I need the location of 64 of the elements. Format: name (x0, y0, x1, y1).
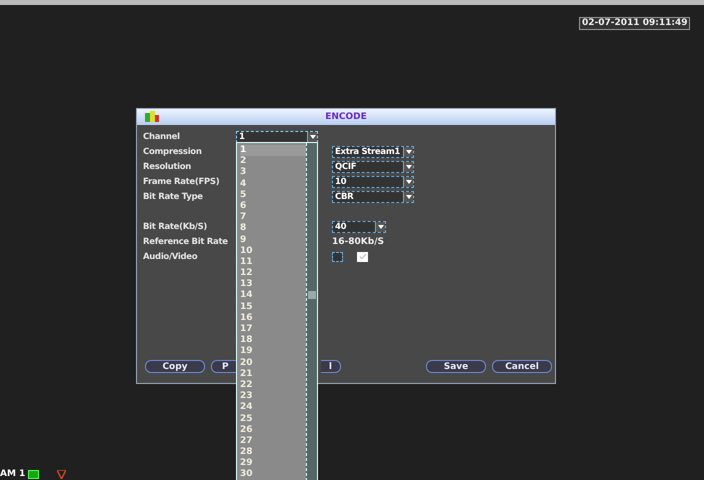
channel-option[interactable]: 25 (240, 414, 306, 425)
camera-label: AM 1 (0, 469, 26, 480)
channel-option[interactable]: 4 (240, 178, 306, 190)
channel-dropdown[interactable]: 1 (236, 130, 318, 142)
channel-option[interactable]: 12 (240, 268, 306, 280)
channel-option[interactable]: 30 (240, 469, 306, 480)
channel-option[interactable]: 7 (240, 212, 306, 224)
app-icon (145, 111, 159, 123)
dropdown-arrow-icon[interactable] (403, 162, 413, 172)
dropdown-arrow-icon[interactable] (307, 132, 317, 142)
field-label: Resolution (142, 162, 192, 172)
dropdown-arrow-icon[interactable] (403, 176, 413, 186)
channel-option[interactable]: 29 (240, 458, 306, 470)
channel-option[interactable]: 14 (240, 290, 306, 302)
dropdown[interactable]: CBR (332, 190, 414, 202)
channel-option[interactable]: 28 (240, 447, 306, 458)
channel-option[interactable]: 11 (240, 256, 306, 268)
dropdown-arrow-icon[interactable] (403, 146, 413, 156)
dialog-button[interactable]: Save (426, 360, 486, 373)
channel-option[interactable]: 13 (240, 279, 306, 290)
value-text: 16-80Kb/S (332, 236, 384, 246)
field-label: Channel (142, 132, 181, 142)
dropdown-arrow-icon[interactable] (375, 222, 385, 232)
field-label: Audio/Video (142, 252, 198, 262)
channel-option[interactable]: 21 (240, 368, 306, 380)
clock-text: 02-07-2011 09:11:49 (579, 17, 690, 30)
channel-option[interactable]: 27 (240, 436, 306, 448)
channel-option[interactable]: 20 (240, 358, 306, 369)
channel-option[interactable]: 22 (240, 380, 306, 392)
channel-option[interactable]: 1 (240, 145, 306, 156)
field-label: Frame Rate(FPS) (142, 176, 220, 186)
dialog-button[interactable]: l (321, 360, 341, 373)
channel-option[interactable]: 6 (240, 200, 306, 212)
channel-option[interactable]: 3 (240, 167, 306, 179)
dropdown[interactable]: 10 (332, 176, 414, 188)
field-label: Bit Rate Type (142, 192, 204, 202)
dropdown[interactable]: Extra Stream1 (332, 146, 414, 158)
field-label: Reference Bit Rate (142, 236, 229, 246)
field-label: Bit Rate(Kb/S) (142, 222, 208, 232)
channel-option[interactable]: 19 (240, 346, 306, 358)
channel-option[interactable]: 5 (240, 190, 306, 201)
dialog-button[interactable]: Cancel (492, 360, 552, 373)
dialog-button[interactable]: Copy (145, 360, 205, 373)
channel-option[interactable]: 26 (240, 424, 306, 436)
channel-option[interactable]: 18 (240, 335, 306, 346)
channel-option[interactable]: 9 (240, 234, 306, 246)
dropdown[interactable]: 40 (332, 220, 386, 232)
channel-option[interactable]: 10 (240, 246, 306, 257)
signal-icon (28, 470, 40, 479)
channel-option[interactable]: 15 (240, 302, 306, 313)
channel-option[interactable]: 16 (240, 312, 306, 324)
checkbox[interactable] (357, 252, 368, 262)
channel-option[interactable]: 23 (240, 391, 306, 402)
channel-option[interactable]: 17 (240, 324, 306, 336)
alarm-icon (57, 470, 66, 479)
scrollbar[interactable] (306, 143, 317, 480)
channel-option[interactable]: 24 (240, 402, 306, 414)
dropdown[interactable]: QCIF (332, 160, 414, 172)
window-title: ENCODE (325, 112, 367, 122)
channel-option[interactable]: 2 (240, 156, 306, 168)
checkbox[interactable] (332, 252, 343, 262)
channel-option[interactable]: 8 (240, 223, 306, 234)
field-label: Compression (142, 146, 203, 156)
dropdown-arrow-icon[interactable] (403, 192, 413, 202)
